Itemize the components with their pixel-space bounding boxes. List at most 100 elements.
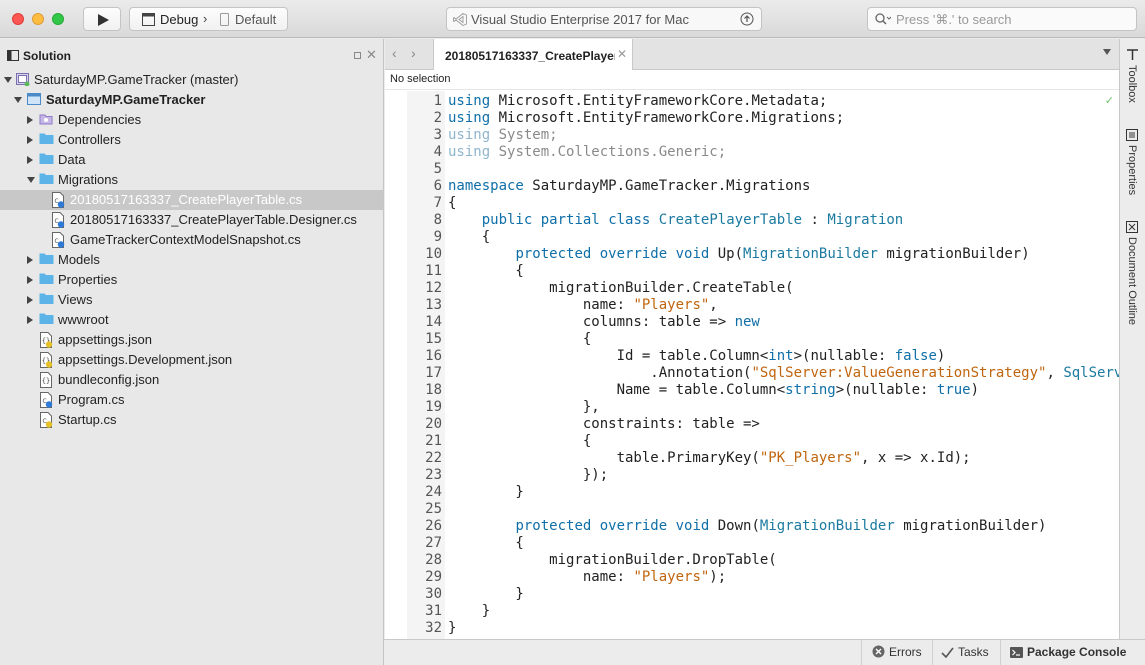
expand-arrow-right-icon[interactable]	[27, 296, 33, 304]
breadcrumb-text: No selection	[390, 73, 451, 85]
expand-arrow-down-icon[interactable]	[27, 177, 35, 183]
window-close-button[interactable]	[12, 13, 24, 25]
code-line: 9 {	[385, 229, 1119, 246]
tree-item[interactable]: SaturdayMP.GameTracker	[0, 90, 383, 110]
tree-item[interactable]: Data	[0, 150, 383, 170]
expand-arrow-right-icon[interactable]	[27, 276, 33, 284]
code-text: using Microsoft.EntityFrameworkCore.Migr…	[448, 110, 844, 127]
search-box[interactable]	[867, 7, 1137, 31]
tree-item[interactable]: {} appsettings.Development.json	[0, 350, 383, 370]
tree-item-label: Data	[58, 152, 86, 167]
folder-icon	[39, 292, 54, 308]
code-token: );	[709, 569, 727, 585]
line-number: 28	[425, 552, 442, 568]
tree-item[interactable]: C Startup.cs	[0, 410, 383, 430]
code-token: protected	[515, 246, 592, 262]
tree-item-label: SaturdayMP.GameTracker	[46, 92, 206, 107]
tree-item[interactable]: Dependencies	[0, 110, 383, 130]
expand-arrow-right-icon[interactable]	[27, 156, 33, 164]
close-icon[interactable]: ✕	[366, 47, 377, 63]
tree-item[interactable]: Properties	[0, 270, 383, 290]
expand-arrow-right-icon[interactable]	[27, 136, 33, 144]
code-line: 32}	[385, 620, 1119, 637]
tree-item[interactable]: SaturdayMP.GameTracker (master)	[0, 70, 383, 90]
tree-item[interactable]: Controllers	[0, 130, 383, 150]
divider	[1000, 640, 1001, 665]
code-text: });	[448, 467, 608, 484]
code-text: using Microsoft.EntityFrameworkCore.Meta…	[448, 93, 827, 110]
line-number: 19	[425, 399, 442, 415]
window-minimize-button[interactable]	[32, 13, 44, 25]
breadcrumb[interactable]: No selection	[385, 70, 1119, 90]
run-button[interactable]	[83, 7, 121, 31]
code-line: 21 {	[385, 433, 1119, 450]
dependencies-icon	[39, 112, 53, 129]
line-number: 24	[425, 484, 442, 500]
code-token: ,	[1046, 365, 1064, 381]
tree-item[interactable]: Models	[0, 250, 383, 270]
expand-arrow-right-icon[interactable]	[27, 116, 33, 124]
solution-header: Solution ✕	[0, 39, 384, 71]
tasks-pad-button[interactable]: Tasks	[941, 645, 989, 659]
tree-item[interactable]: C Program.cs	[0, 390, 383, 410]
code-token: MigrationBuilder	[759, 518, 895, 534]
tree-item[interactable]: C 20180517163337_CreatePlayerTable.cs	[0, 190, 383, 210]
code-token: Up(	[709, 246, 744, 262]
tree-item-label: Startup.cs	[58, 412, 117, 427]
tree-item[interactable]: wwwroot	[0, 310, 383, 330]
tree-item-label: Properties	[58, 272, 118, 287]
csharp-file-icon: C	[39, 392, 53, 411]
code-line: 1 using Microsoft.EntityFrameworkCore.Met…	[385, 93, 1119, 110]
code-area[interactable]: 1 using Microsoft.EntityFrameworkCore.Met…	[385, 91, 1119, 639]
code-token: {	[448, 263, 524, 279]
code-token: namespace	[448, 178, 524, 194]
code-line: 19 },	[385, 399, 1119, 416]
tab-close-icon[interactable]: ✕	[617, 47, 627, 61]
restore-pane-icon[interactable]	[354, 52, 361, 59]
window-maximize-button[interactable]	[52, 13, 64, 25]
errors-pad-button[interactable]: Errors	[872, 645, 922, 659]
search-input[interactable]	[896, 11, 1126, 28]
line-number: 3	[433, 127, 442, 143]
tree-item[interactable]: C GameTrackerContextModelSnapshot.cs	[0, 230, 383, 250]
checkmark-icon: ✓	[1104, 95, 1114, 107]
code-line: 26 protected override void Down(Migratio…	[385, 518, 1119, 535]
code-line: 27 {	[385, 535, 1119, 552]
expand-arrow-down-icon[interactable]	[4, 77, 12, 83]
code-text: constraints: table =>	[448, 416, 760, 433]
code-text: }	[448, 603, 490, 620]
divider	[932, 640, 933, 665]
tree-item[interactable]: Views	[0, 290, 383, 310]
tasks-label: Tasks	[958, 645, 989, 659]
tab-create-player-table[interactable]: 20180517163337_CreatePlayerTable.cs ✕	[433, 39, 633, 71]
code-line: 15 {	[385, 331, 1119, 348]
code-token: override	[599, 246, 668, 262]
tree-item[interactable]: {} bundleconfig.json	[0, 370, 383, 390]
line-number: 15	[425, 331, 442, 347]
upload-icon[interactable]	[740, 12, 754, 26]
package-console-pad-button[interactable]: Package Console	[1010, 645, 1126, 659]
csharp-file-icon: C	[39, 412, 53, 431]
code-token: Microsoft.EntityFrameworkCore.Metadata;	[490, 93, 828, 109]
tree-item[interactable]: {} appsettings.json	[0, 330, 383, 350]
tree-item[interactable]: C 20180517163337_CreatePlayerTable.Design…	[0, 210, 383, 230]
line-number: 1	[433, 93, 442, 109]
expand-arrow-right-icon[interactable]	[27, 316, 33, 324]
chevron-right-icon[interactable]: ›	[411, 45, 416, 61]
tab-overflow-chevron-down-icon[interactable]	[1103, 49, 1111, 55]
code-token: migrationBuilder)	[894, 518, 1047, 534]
code-text: {	[448, 433, 591, 450]
expand-arrow-down-icon[interactable]	[14, 97, 22, 103]
tree-item[interactable]: Migrations	[0, 170, 383, 190]
line-number: 23	[425, 467, 442, 483]
expand-arrow-right-icon[interactable]	[27, 256, 33, 264]
configuration-selector[interactable]: Debug › Default	[129, 7, 288, 31]
tree-item-label: bundleconfig.json	[58, 372, 160, 387]
project-icon	[27, 92, 41, 109]
code-line: 29 name: "Players");	[385, 569, 1119, 586]
code-text: Name = table.Column<string>(nullable: tr…	[448, 382, 979, 399]
chevron-left-icon[interactable]: ‹	[392, 45, 397, 61]
document-outline-icon	[1126, 221, 1138, 233]
